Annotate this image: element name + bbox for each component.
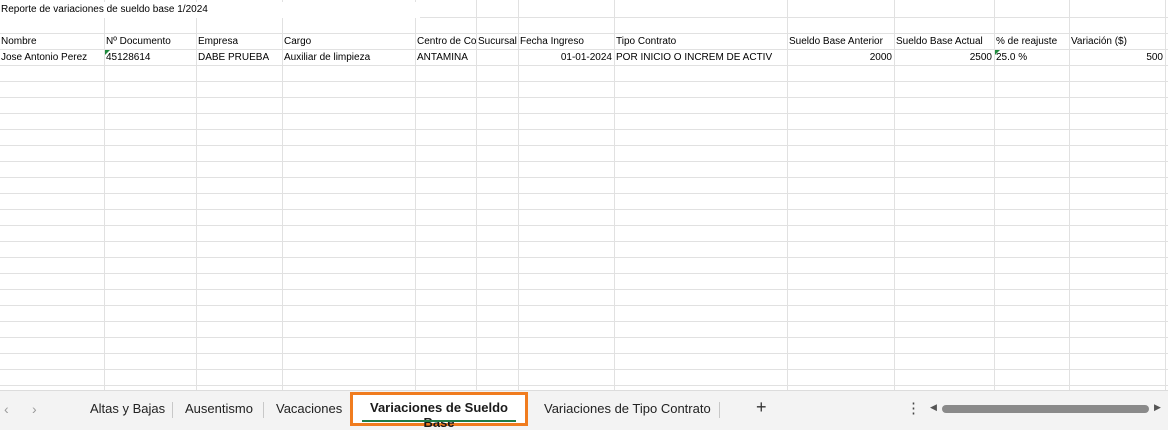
scroll-left-arrow-icon[interactable]: ◀ xyxy=(930,402,937,413)
gridline xyxy=(0,385,1168,386)
gridline xyxy=(1165,0,1166,390)
gridline xyxy=(0,337,1168,338)
gridline xyxy=(0,321,1168,322)
gridline xyxy=(0,129,1168,130)
chevron-left-icon[interactable]: ‹ xyxy=(4,401,9,417)
gridline xyxy=(0,353,1168,354)
tab-separator xyxy=(263,402,264,418)
data-cell-sueldo-anterior[interactable]: 2000 xyxy=(788,50,894,66)
gridline xyxy=(0,273,1168,274)
tab-separator xyxy=(719,402,720,418)
active-tab-underline xyxy=(362,420,516,422)
tab-variaciones-tipo-contrato[interactable]: Variaciones de Tipo Contrato xyxy=(538,398,717,420)
header-cell-cargo[interactable]: Cargo xyxy=(283,34,415,50)
tab-vacaciones[interactable]: Vacaciones xyxy=(270,398,348,420)
gridline xyxy=(0,289,1168,290)
gridline xyxy=(0,369,1168,370)
data-cell-variacion[interactable]: 500 xyxy=(1070,50,1165,66)
data-cell-tipo-contrato[interactable]: POR INICIO O INCREM DE ACTIV xyxy=(615,50,787,66)
data-cell-nombre[interactable]: Jose Antonio Perez xyxy=(0,50,104,66)
data-cell-documento[interactable]: 45128614 xyxy=(105,50,196,66)
gridline xyxy=(0,305,1168,306)
chevron-right-icon[interactable]: › xyxy=(32,401,37,417)
header-cell-sucursal[interactable]: Sucursal xyxy=(477,34,518,50)
tab-altas-y-bajas[interactable]: Altas y Bajas xyxy=(84,398,171,420)
data-cell-sucursal[interactable] xyxy=(477,50,518,66)
scroll-right-arrow-icon[interactable]: ▶ xyxy=(1154,402,1161,413)
header-cell-reajuste[interactable]: % de reajuste xyxy=(995,34,1069,50)
tab-separator xyxy=(172,402,173,418)
gridline xyxy=(0,225,1168,226)
spreadsheet-grid[interactable]: Reporte de variaciones de sueldo base 1/… xyxy=(0,0,1168,390)
header-cell-fecha-ingreso[interactable]: Fecha Ingreso xyxy=(519,34,614,50)
data-cell-reajuste[interactable]: 25.0 % xyxy=(995,50,1069,66)
gridline xyxy=(0,241,1168,242)
error-indicator-icon xyxy=(995,50,1000,55)
gridline xyxy=(0,177,1168,178)
gridline xyxy=(0,81,1168,82)
header-cell-sueldo-actual[interactable]: Sueldo Base Actual xyxy=(895,34,994,50)
horizontal-scrollbar[interactable] xyxy=(942,405,1149,413)
header-cell-empresa[interactable]: Empresa xyxy=(197,34,282,50)
sheet-tab-bar: ‹ › Altas y Bajas Ausentismo Vacaciones … xyxy=(0,390,1168,430)
error-indicator-icon xyxy=(105,50,110,55)
gridline xyxy=(0,257,1168,258)
gridline xyxy=(0,113,1168,114)
gridline xyxy=(0,193,1168,194)
data-cell-fecha-ingreso[interactable]: 01-01-2024 xyxy=(519,50,614,66)
gridline xyxy=(0,97,1168,98)
tab-ausentismo[interactable]: Ausentismo xyxy=(179,398,259,420)
active-tab-label: Variaciones de Sueldo Base xyxy=(370,400,508,430)
data-cell-sueldo-actual[interactable]: 2500 xyxy=(895,50,994,66)
gridline xyxy=(0,209,1168,210)
header-cell-nombre[interactable]: Nombre xyxy=(0,34,104,50)
header-cell-sueldo-anterior[interactable]: Sueldo Base Anterior xyxy=(788,34,894,50)
vertical-ellipsis-icon[interactable]: ⋮ xyxy=(906,399,921,417)
header-cell-documento[interactable]: Nº Documento xyxy=(105,34,196,50)
data-cell-cargo[interactable]: Auxiliar de limpieza xyxy=(283,50,415,66)
header-cell-variacion[interactable]: Variación ($) xyxy=(1070,34,1165,50)
gridline xyxy=(0,161,1168,162)
tab-variaciones-sueldo-base[interactable]: Variaciones de Sueldo Base xyxy=(350,392,528,430)
header-cell-centro-costo[interactable]: Centro de Costo xyxy=(416,34,476,50)
report-title-cell[interactable]: Reporte de variaciones de sueldo base 1/… xyxy=(0,2,420,18)
plus-icon[interactable]: + xyxy=(756,397,767,418)
data-cell-empresa[interactable]: DABE PRUEBA xyxy=(197,50,282,66)
header-cell-tipo-contrato[interactable]: Tipo Contrato xyxy=(615,34,787,50)
data-cell-centro-costo[interactable]: ANTAMINA xyxy=(416,50,476,66)
gridline xyxy=(0,145,1168,146)
